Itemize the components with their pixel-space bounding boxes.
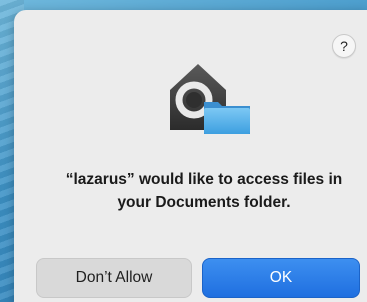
dont-allow-button[interactable]: Don’t Allow <box>36 258 192 298</box>
permission-message: “lazarus” would like to access files in … <box>65 171 343 211</box>
permission-dialog: ? “lazarus” would like to access files i… <box>14 10 367 302</box>
ok-button[interactable]: OK <box>202 258 360 298</box>
help-button[interactable]: ? <box>332 34 356 58</box>
privacy-house-folder-icon <box>164 58 260 138</box>
